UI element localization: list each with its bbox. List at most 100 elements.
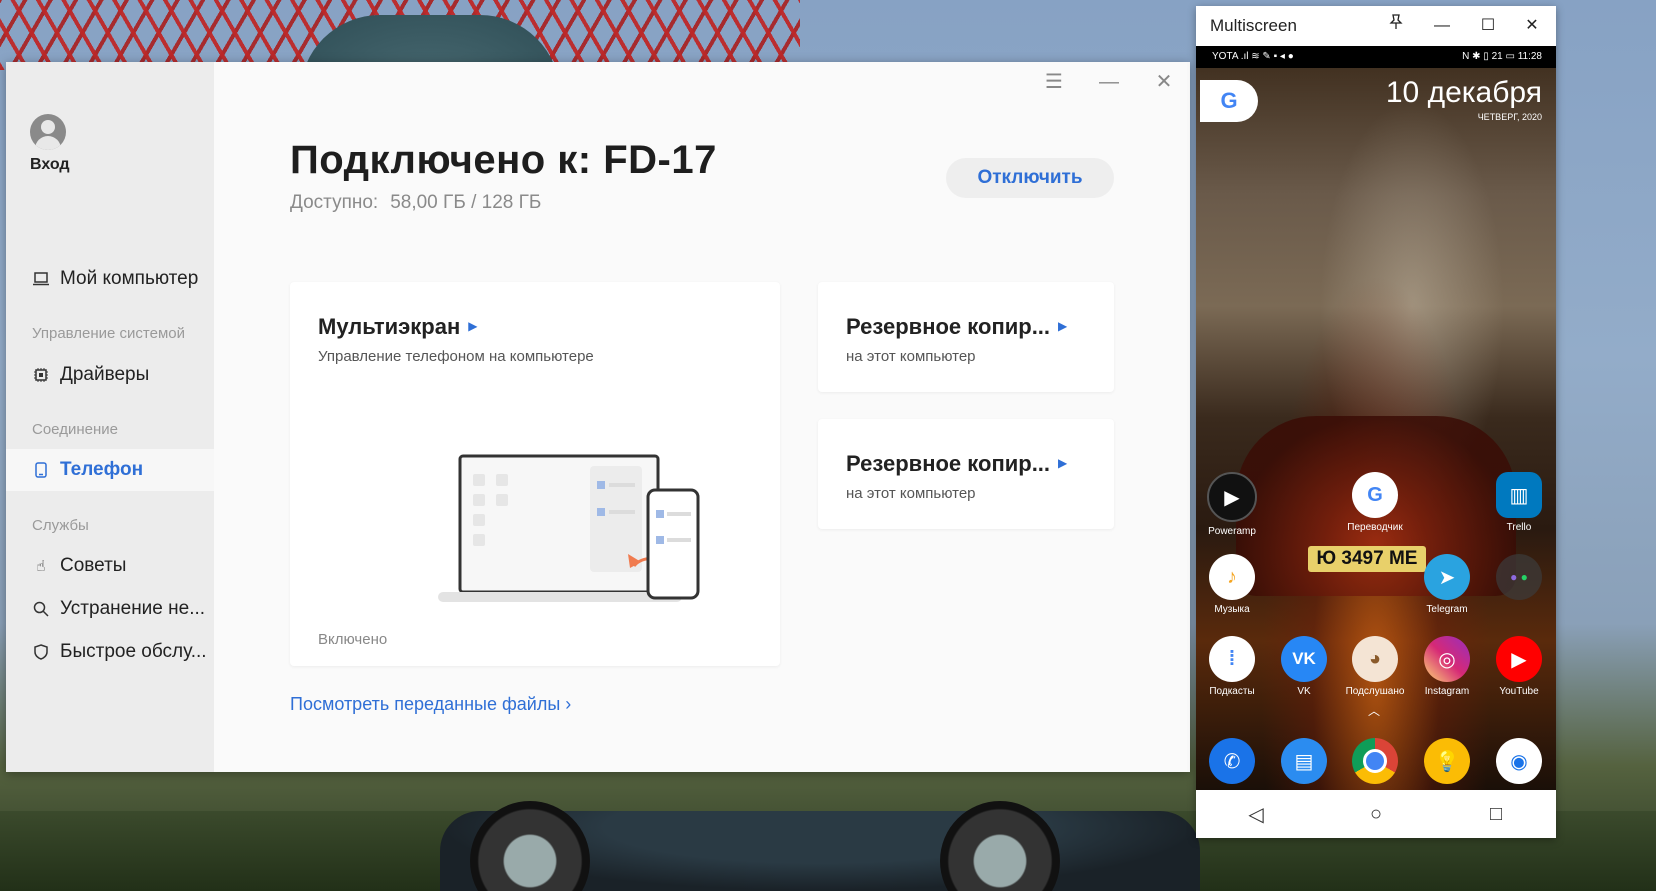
section-connection: Соединение	[32, 421, 118, 438]
minimize-button[interactable]: —	[1428, 14, 1456, 38]
status-label: Включено	[318, 631, 388, 648]
section-services: Службы	[32, 517, 89, 534]
youtube-icon: ▶	[1496, 636, 1542, 682]
sidebar-item-label: Советы	[60, 555, 127, 576]
back-icon[interactable]: ◁	[1236, 802, 1276, 827]
laptop-icon	[32, 270, 50, 288]
card-title-text: Резервное копир...	[846, 314, 1051, 339]
storage-label: Доступно:	[290, 192, 379, 213]
transferred-files-link[interactable]: Посмотреть переданные файлы ›	[290, 694, 571, 715]
sidebar-item-my-computer[interactable]: Мой компьютер	[6, 258, 214, 300]
laptop-phone-illustration	[438, 454, 700, 602]
app-label: Музыка	[1214, 604, 1250, 615]
date-widget: 10 декабря	[1385, 76, 1542, 109]
app-label: Подслушано	[1345, 686, 1405, 697]
instagram-icon: ◎	[1424, 636, 1470, 682]
phone-statusbar: YOTA .ıl ≋ ✎ ▪ ◂ ● N ✱ ▯ 21 ▭ 11:28	[1196, 46, 1556, 68]
phone-call-icon: ✆	[1209, 738, 1255, 784]
chevron-up-icon[interactable]: ︿	[1368, 702, 1380, 719]
avatar[interactable]	[30, 114, 66, 150]
login-link[interactable]: Вход	[30, 156, 70, 174]
recents-icon[interactable]: □	[1476, 803, 1516, 826]
app-label: Trello	[1506, 522, 1532, 533]
music-icon: ♪	[1209, 554, 1255, 600]
app-label: Instagram	[1424, 686, 1470, 697]
weekday-label: ЧЕТВЕРГ, 2020	[1477, 112, 1542, 122]
camera-icon: ◉	[1496, 738, 1542, 784]
status-right: N ✱ ▯ 21 ▭ 11:28	[1462, 51, 1542, 62]
license-plate: Ю 3497 МЕ	[1308, 546, 1426, 572]
disconnect-button[interactable]: Отключить	[946, 158, 1114, 198]
menu-icon[interactable]: ☰	[1038, 70, 1070, 94]
close-button[interactable]: ✕	[1148, 70, 1180, 94]
card-title: Мультиэкран ▶	[318, 314, 478, 340]
app-youtube[interactable]: ▶ YouTube	[1483, 636, 1555, 697]
app-telegram[interactable]: ➤ Telegram	[1411, 554, 1483, 615]
sidebar-item-quick-service[interactable]: Быстрое обслу...	[6, 631, 214, 673]
sidebar-item-label: Устранение не...	[60, 598, 206, 619]
multiscreen-window: Multiscreen — ☐ ✕ YOTA .ıl ≋ ✎ ▪ ◂ ● N ✱…	[1196, 6, 1556, 838]
maximize-button[interactable]: ☐	[1474, 14, 1502, 38]
dock-tips[interactable]: 💡	[1411, 738, 1483, 784]
deer-icon: ◕	[1352, 636, 1398, 682]
app-music[interactable]: ♪ Музыка	[1196, 554, 1268, 615]
search-icon	[32, 600, 50, 618]
dock-camera[interactable]: ◉	[1483, 738, 1555, 784]
app-vk[interactable]: VK VK	[1268, 636, 1340, 697]
section-system: Управление системой	[32, 325, 186, 342]
app-label: YouTube	[1499, 686, 1539, 697]
messages-icon: ▤	[1281, 738, 1327, 784]
chrome-icon	[1352, 738, 1398, 784]
app-instagram[interactable]: ◎ Instagram	[1411, 636, 1483, 697]
sidebar-item-tips[interactable]: ☝ Советы	[6, 545, 214, 587]
backup-card-2[interactable]: Резервное копир... ▶ на этот компьютер	[818, 419, 1114, 529]
sidebar-item-phone[interactable]: Телефон	[6, 449, 214, 491]
sidebar-item-troubleshoot[interactable]: Устранение не...	[6, 588, 214, 630]
minimize-button[interactable]: —	[1093, 70, 1125, 94]
chip-icon	[32, 366, 50, 384]
folder-icon: ● ●	[1496, 554, 1542, 600]
sidebar: Вход Мой компьютер Управление системой Д…	[6, 62, 214, 772]
card-subtitle: Управление телефоном на компьютере	[318, 348, 594, 365]
link-text: Посмотреть переданные файлы	[290, 694, 561, 714]
phone-screen[interactable]: YOTA .ıl ≋ ✎ ▪ ◂ ● N ✱ ▯ 21 ▭ 11:28 G 10…	[1196, 46, 1556, 790]
sidebar-item-drivers[interactable]: Драйверы	[6, 354, 214, 396]
dock-phone[interactable]: ✆	[1196, 738, 1268, 784]
vk-icon: VK	[1281, 636, 1327, 682]
app-trello[interactable]: ▥ Trello	[1483, 472, 1555, 533]
trello-icon: ▥	[1496, 472, 1542, 518]
close-button[interactable]: ✕	[1518, 14, 1546, 38]
storage-value: 58,00 ГБ / 128 ГБ	[390, 192, 542, 213]
card-title-text: Резервное копир...	[846, 451, 1051, 476]
app-label: VK	[1297, 686, 1311, 697]
home-icon[interactable]: ○	[1356, 803, 1396, 826]
page-title: Подключено к: FD-17	[290, 138, 717, 182]
multiscreen-card[interactable]: Мультиэкран ▶ Управление телефоном на ком…	[290, 282, 780, 666]
arrow-right-icon: ▶	[1058, 319, 1068, 333]
status-left: YOTA .ıl ≋ ✎ ▪ ◂ ●	[1212, 51, 1294, 62]
shield-icon	[32, 643, 50, 661]
dock-messages[interactable]: ▤	[1268, 738, 1340, 784]
pc-manager-window: Вход Мой компьютер Управление системой Д…	[6, 62, 1190, 772]
play-icon: ▶	[1207, 472, 1257, 522]
app-poweramp[interactable]: ▶ Poweramp	[1196, 472, 1268, 537]
google-search-icon[interactable]: G	[1200, 80, 1258, 122]
card-title-text: Мультиэкран	[318, 314, 461, 339]
app-folder-messengers[interactable]: ● ●	[1483, 554, 1555, 600]
podcasts-icon: ⁞	[1209, 636, 1255, 682]
sidebar-item-label: Быстрое обслу...	[60, 641, 207, 662]
app-podcasts[interactable]: ⁞ Подкасты	[1196, 636, 1268, 697]
translate-icon: G	[1352, 472, 1398, 518]
app-label: Подкасты	[1209, 686, 1255, 697]
phone-icon	[32, 461, 50, 479]
app-podslushano[interactable]: ◕ Подслушано	[1339, 636, 1411, 697]
sidebar-item-label: Телефон	[60, 459, 144, 480]
backup-card-1[interactable]: Резервное копир... ▶ на этот компьютер	[818, 282, 1114, 392]
hand-pointer-icon: ☝	[36, 558, 46, 575]
card-title: Резервное копир... ▶	[846, 314, 1067, 340]
pin-icon[interactable]	[1382, 14, 1410, 38]
dock-chrome[interactable]	[1339, 738, 1411, 784]
phone-navbar: ◁ ○ □	[1196, 790, 1556, 838]
app-label: Переводчик	[1347, 522, 1403, 533]
app-translator[interactable]: G Переводчик	[1339, 472, 1411, 533]
